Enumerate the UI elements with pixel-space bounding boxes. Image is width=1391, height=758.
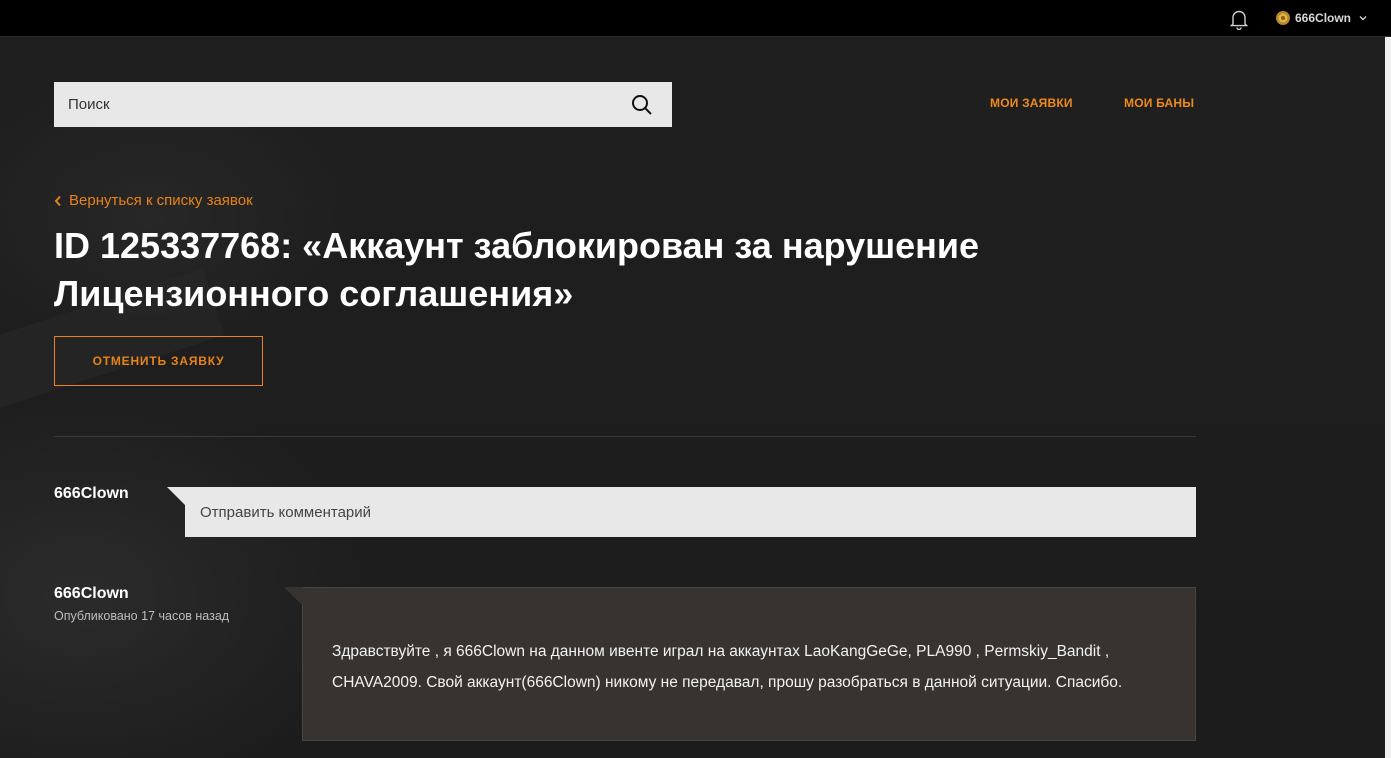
user-menu[interactable]: 666Clown [1275,9,1368,27]
comment-input[interactable] [185,487,1196,537]
search-bar [54,82,672,127]
nav-my-requests[interactable]: МОИ ЗАЯВКИ [990,96,1073,110]
cancel-request-button[interactable]: ОТМЕНИТЬ ЗАЯВКУ [54,336,263,386]
message-author: 666Clown [54,585,129,602]
message-bubble: Здравствуйте , я 666Clown на данном ивен… [284,587,1196,741]
user-emblem-icon [1275,10,1291,26]
comment-box [167,487,1196,537]
nav-my-bans[interactable]: МОИ БАНЫ [1124,96,1194,110]
comment-form-author: 666Clown [54,485,129,502]
search-icon[interactable] [630,93,654,117]
divider [54,436,1196,437]
page-title: ID 125337768: «Аккаунт заблокирован за н… [54,225,980,314]
search-input[interactable] [54,82,614,127]
back-link-label: Вернуться к списку заявок [69,192,253,209]
bell-icon[interactable] [1229,8,1249,30]
back-to-list-link[interactable]: Вернуться к списку заявок [54,192,253,209]
chevron-down-icon [1358,13,1368,23]
scrollbar[interactable] [1385,37,1391,758]
message-timestamp: Опубликовано 17 часов назад [54,609,230,623]
username: 666Clown [1295,11,1352,25]
message-text: Здравствуйте , я 666Clown на данном ивен… [332,643,1123,691]
chevron-left-icon [54,195,61,206]
top-bar: 666Clown [0,0,1391,37]
